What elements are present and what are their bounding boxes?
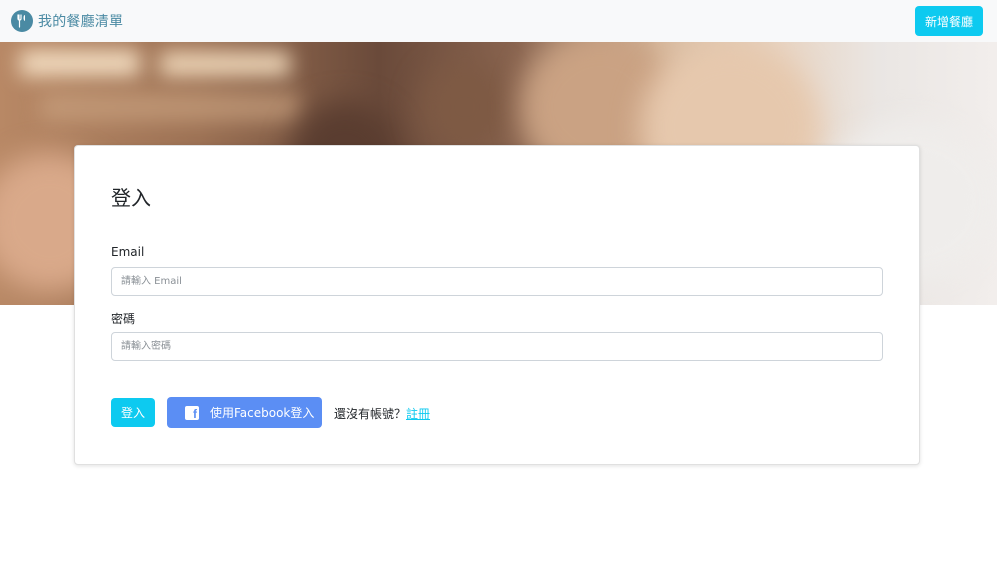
login-title: 登入 bbox=[111, 186, 151, 210]
login-button[interactable]: 登入 bbox=[111, 398, 156, 427]
top-navbar: 我的餐廳清單 新增餐廳 bbox=[0, 0, 997, 42]
brand-title: 我的餐廳清單 bbox=[38, 14, 124, 30]
password-input[interactable] bbox=[111, 332, 883, 361]
password-label: 密碼 bbox=[111, 312, 136, 326]
facebook-icon: f bbox=[185, 405, 199, 420]
login-card: 登入 Email 密碼 登入 f 使用Facebook登入 還沒有帳號？註冊 bbox=[74, 145, 920, 465]
facebook-login-button[interactable]: f 使用Facebook登入 bbox=[167, 397, 322, 428]
utensils-icon bbox=[11, 10, 33, 32]
signup-prompt-row: 還沒有帳號？註冊 bbox=[334, 405, 430, 422]
signup-link[interactable]: 註冊 bbox=[406, 407, 430, 421]
brand-link[interactable]: 我的餐廳清單 bbox=[11, 10, 123, 32]
facebook-login-label: 使用Facebook登入 bbox=[210, 406, 315, 420]
email-input[interactable] bbox=[111, 267, 883, 296]
email-label: Email bbox=[111, 245, 145, 259]
signup-prompt-text: 還沒有帳號？ bbox=[334, 407, 407, 421]
add-restaurant-button[interactable]: 新增餐廳 bbox=[914, 6, 983, 36]
